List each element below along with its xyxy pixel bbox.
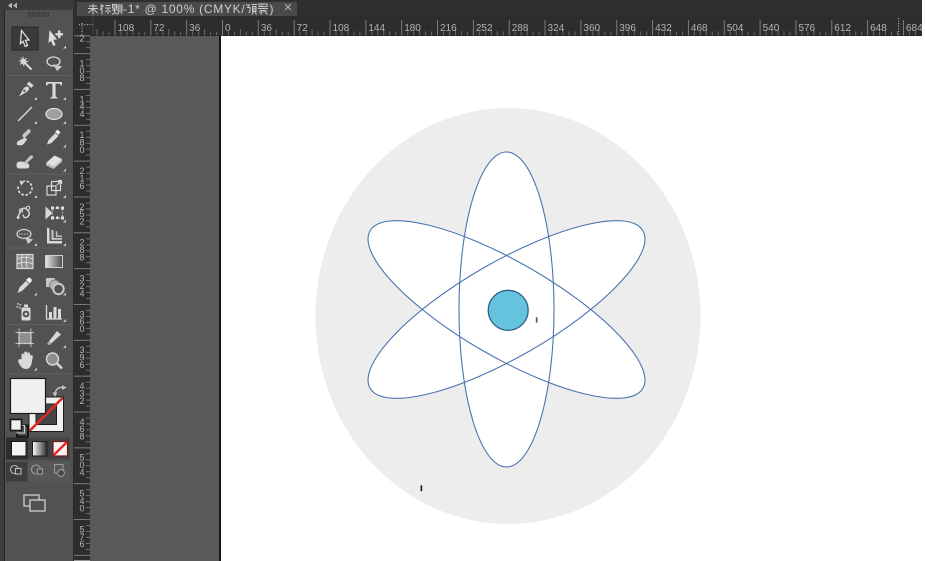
- svg-text:648: 648: [870, 23, 887, 34]
- svg-text:0: 0: [79, 145, 84, 155]
- svg-text:2: 2: [79, 217, 84, 227]
- svg-text:540: 540: [763, 23, 780, 34]
- svg-text:108: 108: [333, 23, 350, 34]
- svg-text:432: 432: [655, 23, 672, 34]
- svg-text:36: 36: [261, 23, 273, 34]
- svg-text:72: 72: [153, 23, 165, 34]
- svg-text:504: 504: [727, 23, 744, 34]
- svg-text:612: 612: [834, 23, 851, 34]
- svg-text:252: 252: [476, 23, 493, 34]
- svg-text:2: 2: [79, 35, 84, 44]
- svg-text:468: 468: [691, 23, 708, 34]
- svg-text:6: 6: [79, 181, 84, 191]
- svg-text:576: 576: [798, 23, 815, 34]
- svg-text:8: 8: [79, 252, 84, 262]
- svg-text:4: 4: [79, 109, 84, 119]
- svg-text:72: 72: [297, 23, 309, 34]
- svg-text:0: 0: [225, 23, 231, 34]
- svg-text:360: 360: [583, 23, 600, 34]
- svg-text:108: 108: [117, 23, 134, 34]
- svg-text:0: 0: [79, 324, 84, 334]
- svg-text:0: 0: [79, 503, 84, 513]
- svg-text:396: 396: [619, 23, 636, 34]
- svg-text:6: 6: [79, 360, 84, 370]
- svg-text:6: 6: [79, 539, 84, 549]
- svg-text:180: 180: [404, 23, 421, 34]
- svg-text:684: 684: [906, 23, 922, 34]
- svg-text:144: 144: [368, 23, 385, 34]
- svg-text:216: 216: [440, 23, 457, 34]
- svg-text:8: 8: [79, 432, 84, 442]
- svg-text:36: 36: [189, 23, 201, 34]
- svg-text:4: 4: [79, 288, 84, 298]
- svg-text:324: 324: [548, 23, 565, 34]
- svg-text:8: 8: [79, 73, 84, 83]
- svg-text:288: 288: [512, 23, 529, 34]
- svg-text:4: 4: [79, 467, 84, 477]
- svg-text:2: 2: [79, 396, 84, 406]
